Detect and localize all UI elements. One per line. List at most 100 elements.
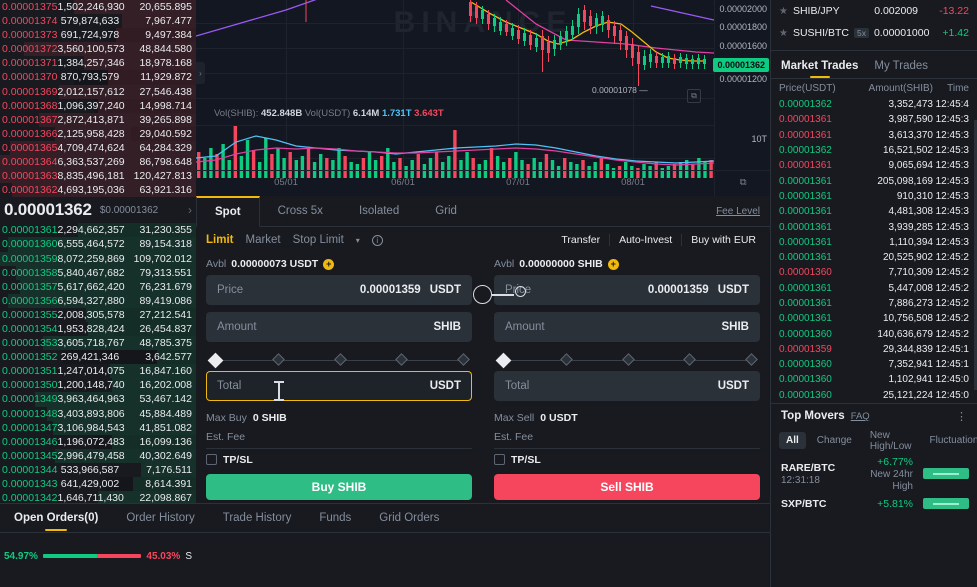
market-trade-row[interactable]: 0.00001361 3,987,590 12:45:3 [771, 112, 977, 127]
order-book-row[interactable]: 0.00001344 533,966,587 7,176.511 [0, 462, 196, 477]
info-icon[interactable]: i [371, 234, 383, 246]
slider-step-75[interactable] [683, 352, 697, 366]
watchlist-row[interactable]: ★ SUSHI/BTC 5x 0.00001000 +1.42 [771, 22, 977, 44]
buy-tpsl-row[interactable]: TP/SL [206, 448, 472, 470]
chart-snapshot-icon[interactable]: ⧉ [687, 89, 701, 103]
top-movers-tab[interactable]: Change [810, 432, 859, 449]
market-trade-row[interactable]: 0.00001360 25,121,224 12:45:0 [771, 388, 977, 403]
order-book-row[interactable]: 0.00001342 1,646,711,430 22,098.867 [0, 491, 196, 503]
order-book-row[interactable]: 0.00001366 2,125,958,428 29,040.592 [0, 126, 196, 141]
more-options-icon[interactable]: ⋮ [956, 410, 967, 423]
buy-with-eur-button[interactable]: Buy with EUR [682, 234, 760, 246]
buy-percent-slider[interactable] [206, 349, 472, 371]
chevron-right-icon[interactable]: › [188, 203, 192, 217]
top-mover-row[interactable]: SXP/BTC +5.81% [771, 495, 977, 513]
slider-step-100[interactable] [457, 352, 470, 366]
market-trade-row[interactable]: 0.00001362 16,521,502 12:45:3 [771, 143, 977, 158]
watchlist-row[interactable]: ★ SHIB/JPY 0.002009 -13.22 [771, 0, 977, 22]
transfer-button[interactable]: Transfer [552, 234, 611, 246]
order-book-row[interactable]: 0.00001362 4,693,195,036 63,921.316 [0, 183, 196, 198]
order-book-row[interactable]: 0.00001348 3,403,893,806 45,884.489 [0, 406, 196, 421]
auto-invest-button[interactable]: Auto-Invest [610, 234, 683, 246]
order-book-bids[interactable]: 0.00001361 2,294,662,357 31,230.355 0.00001… [0, 223, 196, 503]
buy-amount-field[interactable]: Amount SHIB [206, 312, 472, 342]
order-book-row[interactable]: 0.00001363 8,835,496,181 120,427.813 [0, 169, 196, 184]
price-chart[interactable]: BINANCE [196, 0, 770, 196]
order-book-row[interactable]: 0.00001360 6,555,464,572 89,154.318 [0, 237, 196, 252]
market-trade-row[interactable]: 0.00001362 3,352,473 12:45:4 [771, 97, 977, 112]
sell-tpsl-row[interactable]: TP/SL [494, 448, 760, 470]
tab-my-trades[interactable]: My Trades [874, 60, 928, 78]
sell-amount-field[interactable]: Amount SHIB [494, 312, 760, 342]
market-trades-list[interactable]: 0.00001362 3,352,473 12:45:4 0.00001361 3,98… [771, 97, 977, 403]
order-book-row[interactable]: 0.00001346 1,196,072,483 16,099.136 [0, 434, 196, 449]
sell-percent-slider[interactable] [494, 349, 760, 371]
sell-total-field[interactable]: Total USDT [494, 371, 760, 401]
order-book-mid-price[interactable]: 0.00001362 $0.00001362 › [0, 197, 196, 223]
order-book-row[interactable]: 0.00001368 1,096,397,240 14,998.714 [0, 98, 196, 113]
slider-step-25[interactable] [271, 352, 285, 366]
slider-step-25[interactable] [559, 352, 573, 366]
slider-step-50[interactable] [333, 352, 347, 366]
faq-link[interactable]: FAQ [851, 411, 870, 422]
chart-collapse-handle[interactable]: › [196, 62, 205, 84]
chevron-down-icon[interactable]: ▾ [356, 236, 360, 245]
trade-mode-tab[interactable]: Spot [196, 196, 260, 227]
order-book-row[interactable]: 0.00001351 1,247,014,075 16,847.160 [0, 364, 196, 379]
order-book-row[interactable]: 0.00001359 8,072,259,869 109,702.012 [0, 251, 196, 266]
market-trade-row[interactable]: 0.00001360 1,102,941 12:45:0 [771, 372, 977, 387]
order-book-row[interactable]: 0.00001371 1,384,257,346 18,978.168 [0, 56, 196, 71]
orders-tab-bar[interactable]: Open Orders(0) Order History Trade History… [0, 503, 770, 533]
market-trade-row[interactable]: 0.00001361 1,110,394 12:45:3 [771, 235, 977, 250]
top-movers-tab[interactable]: Fluctuation [923, 432, 977, 449]
slider-step-50[interactable] [621, 352, 635, 366]
order-book-row[interactable]: 0.00001370 870,793,579 11,929.872 [0, 70, 196, 85]
star-icon[interactable]: ★ [779, 6, 788, 17]
order-book-row[interactable]: 0.00001372 3,560,100,573 48,844.580 [0, 42, 196, 57]
trade-mode-tab[interactable]: Grid [417, 196, 475, 226]
order-book-row[interactable]: 0.00001374 579,874,633 7,967.477 [0, 14, 196, 29]
orders-tab[interactable]: Trade History [209, 503, 306, 533]
orders-tab[interactable]: Grid Orders [365, 503, 453, 533]
fee-level-link[interactable]: Fee Level [716, 196, 770, 226]
order-book-row[interactable]: 0.00001358 5,840,467,682 79,313.551 [0, 265, 196, 280]
buy-tpsl-checkbox[interactable] [206, 454, 217, 465]
market-trade-row[interactable]: 0.00001360 140,636,679 12:45:2 [771, 326, 977, 341]
order-book-row[interactable]: 0.00001373 691,724,978 9,497.384 [0, 28, 196, 43]
order-book-row[interactable]: 0.00001364 6,363,537,269 86,798.648 [0, 155, 196, 170]
market-trade-row[interactable]: 0.00001361 205,098,169 12:45:3 [771, 173, 977, 188]
slider-handle[interactable] [495, 352, 512, 368]
trade-mode-tab[interactable]: Cross 5x [260, 196, 341, 226]
orders-tab[interactable]: Funds [305, 503, 365, 533]
order-book-row[interactable]: 0.00001352 269,421,346 3,642.577 [0, 350, 196, 365]
market-trade-row[interactable]: 0.00001361 7,886,273 12:45:2 [771, 296, 977, 311]
market-trade-row[interactable]: 0.00001361 3,939,285 12:45:3 [771, 219, 977, 234]
market-trade-row[interactable]: 0.00001361 9,065,694 12:45:3 [771, 158, 977, 173]
market-trade-row[interactable]: 0.00001361 910,310 12:45:3 [771, 189, 977, 204]
trade-mode-tab[interactable]: Isolated [341, 196, 417, 226]
trades-tabs[interactable]: Market Trades My Trades [771, 51, 977, 79]
sell-submit-button[interactable]: Sell SHIB [494, 474, 760, 500]
order-book-row[interactable]: 0.00001355 2,008,305,578 27,212.541 [0, 307, 196, 322]
market-trade-row[interactable]: 0.00001360 7,352,941 12:45:1 [771, 357, 977, 372]
trade-mode-tabs[interactable]: Spot Cross 5x Isolated Grid Fee Level [196, 196, 770, 227]
order-book-asks[interactable]: 0.00001375 1,502,246,930 20,655.895 0.00001… [0, 0, 196, 198]
slider-step-100[interactable] [745, 352, 758, 366]
order-book-row[interactable]: 0.00001350 1,200,148,740 16,202.008 [0, 378, 196, 393]
order-book-row[interactable]: 0.00001369 2,012,157,612 27,546.438 [0, 84, 196, 99]
order-book-row[interactable]: 0.00001349 3,963,464,963 53,467.142 [0, 392, 196, 407]
market-trade-row[interactable]: 0.00001359 29,344,839 12:45:1 [771, 342, 977, 357]
sell-price-field[interactable]: Price 0.00001359 USDT [494, 275, 760, 305]
slider-handle[interactable] [207, 352, 224, 368]
order-book-row[interactable]: 0.00001354 1,953,828,424 26,454.837 [0, 321, 196, 337]
order-book-row[interactable]: 0.00001365 4,709,474,624 64,284.329 [0, 140, 196, 156]
order-book-row[interactable]: 0.00001345 2,996,479,458 40,302.649 [0, 448, 196, 463]
top-movers-list[interactable]: RARE/BTC 12:31:18 +6.77% New 24hr High SXP/B… [771, 453, 977, 513]
order-book-row[interactable]: 0.00001361 2,294,662,357 31,230.355 [0, 223, 196, 238]
market-trade-row[interactable]: 0.00001361 3,613,370 12:45:3 [771, 128, 977, 143]
deposit-plus-icon[interactable]: + [607, 258, 619, 270]
star-icon[interactable]: ★ [779, 28, 788, 39]
market-trade-row[interactable]: 0.00001360 7,710,309 12:45:2 [771, 265, 977, 280]
top-movers-tab[interactable]: New High/Low [863, 427, 919, 455]
market-trade-row[interactable]: 0.00001361 5,447,008 12:45:2 [771, 281, 977, 296]
